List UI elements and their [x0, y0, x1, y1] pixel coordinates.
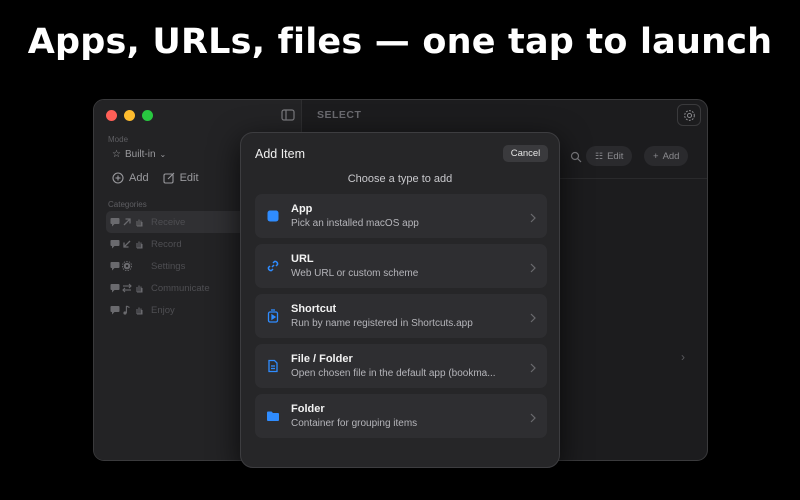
mode-value: Built-in — [124, 149, 156, 160]
sliders-icon: ☷ — [595, 150, 604, 161]
arrows-swap-icon — [122, 283, 132, 293]
star-icon: ☆ — [112, 149, 121, 160]
gear-icon — [122, 261, 132, 271]
chevron-right-icon — [529, 210, 537, 223]
document-icon — [265, 358, 281, 374]
chevron-right-icon — [529, 410, 537, 423]
type-text: App Pick an installed macOS app — [291, 203, 419, 229]
zoom-window-button[interactable] — [142, 110, 153, 121]
mode-select[interactable]: ☆ Built-in ⌄ — [112, 149, 166, 160]
window-controls — [106, 110, 153, 121]
settings-button[interactable] — [677, 104, 701, 126]
category-label: Receive — [151, 216, 186, 228]
toolbar-add-label: Add — [662, 150, 680, 162]
category-icons — [110, 261, 146, 271]
plus-circle-icon — [112, 172, 124, 184]
message-icon — [110, 305, 120, 315]
search-icon[interactable] — [570, 150, 582, 163]
type-name: File / Folder — [291, 353, 353, 365]
cancel-button[interactable]: Cancel — [503, 145, 548, 162]
chevron-right-icon — [529, 310, 537, 323]
content-title: SELECT — [317, 109, 362, 121]
message-icon — [110, 239, 120, 249]
category-label: Enjoy — [151, 304, 175, 316]
hand-icon — [134, 305, 144, 315]
chevron-down-icon: ⌄ — [159, 150, 167, 159]
content-header: SELECT — [302, 100, 707, 130]
categories-label: Categories — [108, 200, 147, 209]
add-item-dialog: Add Item Cancel Choose a type to add App… — [240, 132, 560, 468]
type-name: Folder — [291, 403, 325, 415]
type-name: Shortcut — [291, 303, 337, 315]
headline: Apps, URLs, files — one tap to launch — [27, 22, 773, 62]
sidebar-toggle-icon[interactable] — [281, 108, 295, 122]
sidebar-add-label: Add — [129, 172, 149, 184]
sidebar-add-button[interactable]: Add — [112, 172, 149, 184]
chevron-right-icon[interactable]: › — [681, 350, 685, 364]
edit-icon — [163, 172, 174, 184]
type-option-shortcut[interactable]: Shortcut Run by name registered in Shortc… — [255, 294, 547, 338]
type-description: Open chosen file in the default app (boo… — [291, 368, 496, 379]
category-label: Communicate — [151, 282, 210, 294]
message-icon — [110, 261, 120, 271]
folder-icon — [265, 408, 281, 424]
chevron-right-icon — [529, 260, 537, 273]
minimize-window-button[interactable] — [124, 110, 135, 121]
toolbar-edit-label: Edit — [607, 150, 624, 162]
type-option-app[interactable]: App Pick an installed macOS app — [255, 194, 547, 238]
app-square-icon — [265, 208, 281, 224]
type-list: App Pick an installed macOS app URL Web URL… — [255, 194, 547, 444]
type-name: URL — [291, 253, 314, 265]
dialog-subtitle: Choose a type to add — [347, 173, 453, 185]
close-window-button[interactable] — [106, 110, 117, 121]
category-icons — [110, 283, 146, 293]
hand-icon — [134, 283, 144, 293]
type-text: URL Web URL or custom scheme — [291, 253, 418, 279]
arrow-down-left-icon — [122, 239, 132, 249]
chevron-right-icon — [529, 360, 537, 373]
category-icons — [110, 305, 146, 315]
sidebar-edit-button[interactable]: Edit — [163, 172, 199, 184]
dialog-title: Add Item — [255, 147, 306, 161]
toolbar-edit-button[interactable]: ☷ Edit — [586, 146, 633, 166]
message-icon — [110, 217, 120, 227]
type-text: Folder Container for grouping items — [291, 403, 417, 429]
sidebar-edit-label: Edit — [179, 172, 199, 184]
type-description: Pick an installed macOS app — [291, 218, 419, 229]
mode-label: Mode — [108, 135, 129, 144]
category-label: Record — [151, 238, 182, 250]
category-icons — [110, 217, 146, 227]
hand-icon — [134, 217, 144, 227]
music-note-icon — [122, 305, 132, 315]
link-icon — [265, 258, 281, 274]
toolbar-add-button[interactable]: + Add — [644, 146, 689, 166]
type-description: Run by name registered in Shortcuts.app — [291, 318, 473, 329]
sidebar-actions: Add Edit — [112, 172, 199, 184]
category-icons — [110, 239, 146, 249]
type-option-url[interactable]: URL Web URL or custom scheme — [255, 244, 547, 288]
message-icon — [110, 283, 120, 293]
type-option-file-folder[interactable]: File / Folder Open chosen file in the def… — [255, 344, 547, 388]
type-name: App — [291, 203, 313, 215]
gear-icon — [683, 109, 695, 121]
type-description: Container for grouping items — [291, 418, 418, 429]
type-description: Web URL or custom scheme — [291, 268, 419, 279]
category-label: Settings — [151, 260, 186, 272]
arrow-up-right-icon — [122, 217, 132, 227]
shortcut-icon — [265, 308, 281, 324]
type-text: Shortcut Run by name registered in Shortc… — [291, 303, 473, 329]
type-option-folder[interactable]: Folder Container for grouping items — [255, 394, 547, 438]
plus-icon: + — [653, 150, 659, 162]
type-text: File / Folder Open chosen file in the def… — [291, 353, 496, 379]
hand-icon — [134, 239, 144, 249]
